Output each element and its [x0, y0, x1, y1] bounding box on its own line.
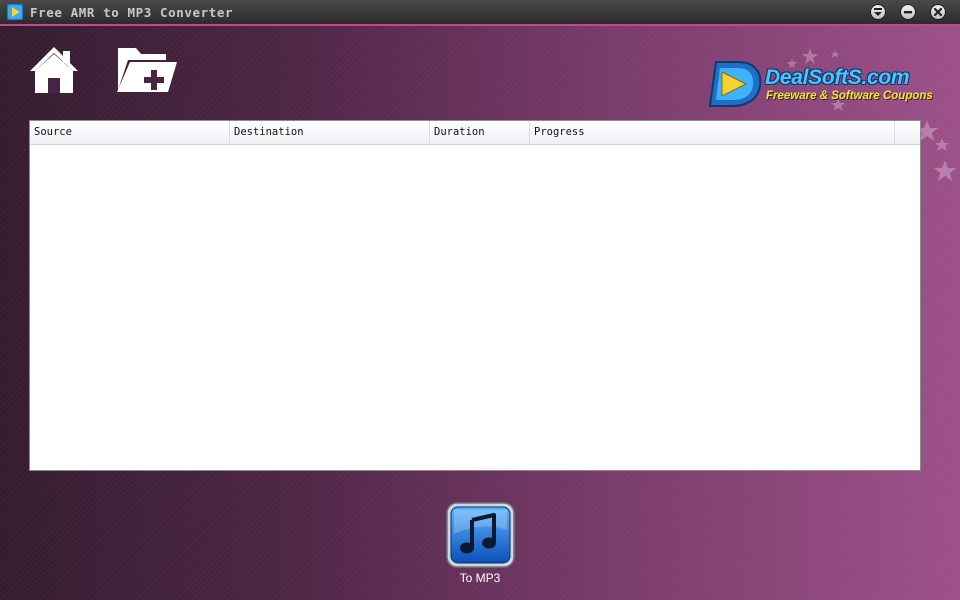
brand-tagline: Freeware & Software Coupons [766, 90, 933, 102]
to-mp3-label: To MP3 [459, 571, 501, 585]
column-header-progress[interactable]: Progress [530, 121, 895, 144]
column-header-destination[interactable]: Destination [230, 121, 430, 144]
dealsofts-logo-icon [708, 61, 762, 107]
column-header-duration[interactable]: Duration [430, 121, 530, 144]
music-note-icon [446, 502, 515, 568]
brand-name: DealSoftS.com [765, 66, 910, 89]
file-list-table[interactable]: Source Destination Duration Progress [29, 120, 921, 471]
column-header-filler [895, 121, 920, 144]
column-header-source[interactable]: Source [30, 121, 230, 144]
table-body[interactable] [30, 145, 920, 470]
app-window: Free AMR to MP3 Converter DealSoftS.com … [0, 0, 960, 600]
to-mp3-button[interactable] [446, 502, 515, 568]
brand-logo[interactable]: DealSoftS.com Freeware & Software Coupon… [708, 58, 943, 110]
table-header: Source Destination Duration Progress [30, 121, 920, 145]
